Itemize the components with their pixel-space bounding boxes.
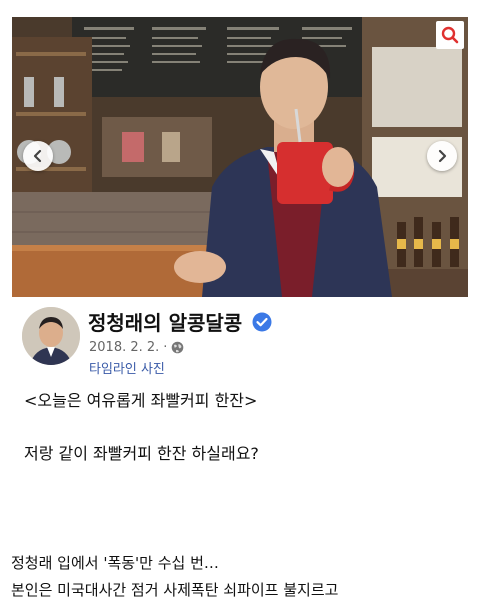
page-name-row: 정청래의 알콩달콩 [88, 307, 272, 336]
search-button[interactable] [436, 21, 464, 49]
meta-separator: · [163, 340, 168, 355]
previous-photo-button[interactable] [23, 141, 53, 171]
post-date[interactable]: 2018. 2. 2. [89, 340, 159, 355]
chevron-left-icon [33, 149, 42, 163]
article-caption-line: 정청래 입에서 '폭동'만 수십 번… [11, 554, 219, 572]
chevron-right-icon [438, 149, 447, 163]
next-photo-button[interactable] [427, 141, 457, 171]
avatar[interactable] [22, 307, 80, 365]
post-text-line: 저랑 같이 좌빨커피 한잔 하실래요? [24, 444, 259, 463]
cafe-photo-image [12, 17, 468, 297]
post-meta: 2018. 2. 2. · [89, 340, 184, 355]
page-name-link[interactable]: 정청래의 알콩달콩 [88, 307, 242, 336]
album-link[interactable]: 타임라인 사진 [89, 358, 165, 377]
profile-photo-image [22, 307, 80, 365]
post-text-line: <오늘은 여유롭게 좌빨커피 한잔> [24, 391, 258, 410]
globe-icon [172, 341, 184, 354]
divider [0, 520, 480, 521]
article-caption-line: 본인은 미국대사간 점거 사제폭탄 쇠파이프 불지르고 [11, 581, 339, 599]
search-icon [441, 26, 459, 44]
post-photo[interactable] [12, 17, 468, 297]
verified-badge-icon [252, 312, 272, 332]
